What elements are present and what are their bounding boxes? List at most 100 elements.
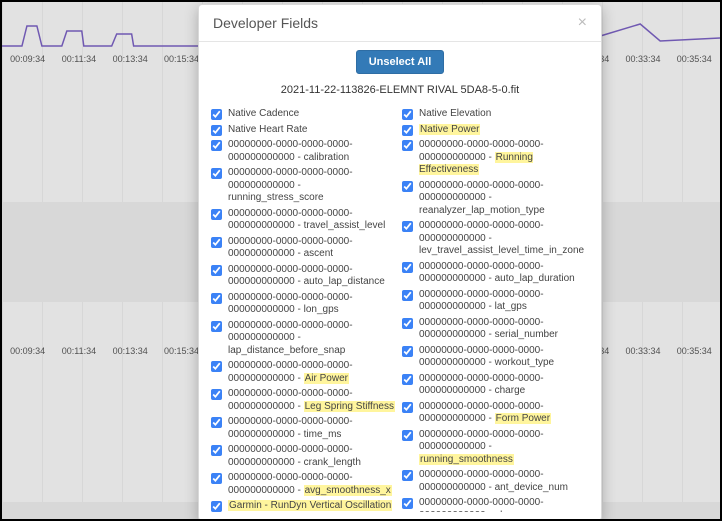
- field-label: Native Power: [419, 124, 589, 137]
- field-checkbox[interactable]: [211, 321, 222, 332]
- highlight: running_smoothness: [419, 454, 514, 465]
- field-label: 00000000-0000-0000-0000-000000000000 - r…: [419, 180, 589, 218]
- developer-field[interactable]: 00000000-0000-0000-0000-000000000000 - l…: [211, 292, 398, 317]
- developer-field[interactable]: 00000000-0000-0000-0000-000000000000 - A…: [211, 360, 398, 385]
- developer-field[interactable]: 00000000-0000-0000-0000-000000000000 - c…: [211, 139, 398, 164]
- field-checkbox[interactable]: [402, 430, 413, 441]
- close-icon[interactable]: ×: [578, 15, 587, 31]
- modal-title: Developer Fields: [213, 15, 318, 31]
- field-checkbox[interactable]: [211, 473, 222, 484]
- field-label: 00000000-0000-0000-0000-000000000000 - a…: [228, 472, 398, 497]
- field-checkbox[interactable]: [402, 109, 413, 120]
- field-label: 00000000-0000-0000-0000-000000000000 - r…: [419, 429, 589, 467]
- field-checkbox[interactable]: [211, 265, 222, 276]
- field-label: 00000000-0000-0000-0000-000000000000 - R…: [419, 139, 589, 177]
- developer-field[interactable]: 00000000-0000-0000-0000-000000000000 - r…: [402, 180, 589, 218]
- developer-field[interactable]: 00000000-0000-0000-0000-000000000000 - a…: [402, 469, 589, 494]
- field-label: 00000000-0000-0000-0000-000000000000 - l…: [228, 292, 398, 317]
- highlight: avg_smoothness_x: [304, 485, 392, 496]
- app-frame: 00:09:3400:11:3400:13:3400:15:3400:17:34…: [0, 0, 722, 521]
- field-checkbox[interactable]: [211, 125, 222, 136]
- field-checkbox[interactable]: [211, 168, 222, 179]
- developer-field[interactable]: 00000000-0000-0000-0000-000000000000 - a…: [402, 261, 589, 286]
- field-checkbox[interactable]: [402, 181, 413, 192]
- highlight: Running Effectiveness: [419, 152, 533, 176]
- field-checkbox[interactable]: [402, 262, 413, 273]
- field-label: 00000000-0000-0000-0000-000000000000 - l…: [419, 289, 589, 314]
- field-checkbox[interactable]: [211, 389, 222, 400]
- field-label: 00000000-0000-0000-0000-000000000000 - a…: [419, 261, 589, 286]
- field-label: 00000000-0000-0000-0000-000000000000 - t…: [228, 416, 398, 441]
- field-label: 00000000-0000-0000-0000-000000000000 - l…: [228, 320, 398, 358]
- developer-field[interactable]: 00000000-0000-0000-0000-000000000000 - r…: [211, 167, 398, 205]
- field-checkbox[interactable]: [402, 470, 413, 481]
- field-checkbox[interactable]: [211, 445, 222, 456]
- highlight: Form Power: [495, 413, 551, 424]
- field-label: 00000000-0000-0000-0000-000000000000 - F…: [419, 401, 589, 426]
- developer-field[interactable]: 00000000-0000-0000-0000-000000000000 - g…: [402, 497, 589, 512]
- field-column-left: Native Cadence Native Heart Rate 00000000-…: [211, 108, 398, 512]
- unselect-all-button[interactable]: Unselect All: [356, 50, 445, 74]
- field-label: 00000000-0000-0000-0000-000000000000 - a…: [419, 469, 589, 494]
- field-label: 00000000-0000-0000-0000-000000000000 - s…: [419, 317, 589, 342]
- developer-field[interactable]: Native Cadence: [211, 108, 398, 121]
- field-label: 00000000-0000-0000-0000-000000000000 - c…: [228, 139, 398, 164]
- developer-field[interactable]: 00000000-0000-0000-0000-000000000000 - l…: [402, 220, 589, 258]
- developer-field[interactable]: 00000000-0000-0000-0000-000000000000 - r…: [402, 429, 589, 467]
- field-checkbox[interactable]: [211, 293, 222, 304]
- field-checkbox[interactable]: [211, 109, 222, 120]
- field-checkbox[interactable]: [211, 237, 222, 248]
- highlight: Native Power: [419, 124, 480, 135]
- developer-field[interactable]: 00000000-0000-0000-0000-000000000000 - a…: [211, 264, 398, 289]
- developer-field[interactable]: 00000000-0000-0000-0000-000000000000 - F…: [402, 401, 589, 426]
- developer-field[interactable]: 00000000-0000-0000-0000-000000000000 - L…: [211, 388, 398, 413]
- field-label: Native Heart Rate: [228, 124, 398, 137]
- field-checkbox[interactable]: [402, 318, 413, 329]
- developer-field[interactable]: 00000000-0000-0000-0000-000000000000 - t…: [211, 416, 398, 441]
- modal-header: Developer Fields ×: [199, 5, 601, 42]
- developer-field[interactable]: Native Heart Rate: [211, 124, 398, 137]
- field-checkbox[interactable]: [402, 402, 413, 413]
- field-checkbox[interactable]: [211, 361, 222, 372]
- field-checkbox[interactable]: [402, 140, 413, 151]
- field-checkbox[interactable]: [211, 140, 222, 151]
- developer-field[interactable]: 00000000-0000-0000-0000-000000000000 - R…: [402, 139, 589, 177]
- developer-field[interactable]: 00000000-0000-0000-0000-000000000000 - l…: [402, 289, 589, 314]
- field-label: 00000000-0000-0000-0000-000000000000 - t…: [228, 208, 398, 233]
- field-label: 00000000-0000-0000-0000-000000000000 - r…: [228, 167, 398, 205]
- developer-field[interactable]: 00000000-0000-0000-0000-000000000000 - a…: [211, 236, 398, 261]
- developer-field[interactable]: Garmin - RunDyn Vertical Oscillation: [211, 500, 398, 512]
- field-label: 00000000-0000-0000-0000-000000000000 - g…: [419, 497, 589, 512]
- field-label: 00000000-0000-0000-0000-000000000000 - L…: [228, 388, 398, 413]
- highlight: Leg Spring Stiffness: [304, 401, 395, 412]
- field-checkbox[interactable]: [402, 290, 413, 301]
- field-checkbox[interactable]: [211, 501, 222, 512]
- developer-field[interactable]: 00000000-0000-0000-0000-000000000000 - c…: [211, 444, 398, 469]
- field-label: 00000000-0000-0000-0000-000000000000 - c…: [228, 444, 398, 469]
- developer-fields-modal: Developer Fields × Unselect All 2021-11-…: [198, 4, 602, 521]
- field-checkbox[interactable]: [402, 125, 413, 136]
- field-column-right: Native Elevation Native Power 00000000-000…: [402, 108, 589, 512]
- field-label: 00000000-0000-0000-0000-000000000000 - a…: [228, 264, 398, 289]
- developer-field[interactable]: 00000000-0000-0000-0000-000000000000 - a…: [211, 472, 398, 497]
- field-label: 00000000-0000-0000-0000-000000000000 - a…: [228, 236, 398, 261]
- developer-field[interactable]: 00000000-0000-0000-0000-000000000000 - l…: [211, 320, 398, 358]
- field-checkbox[interactable]: [211, 417, 222, 428]
- developer-field[interactable]: Native Power: [402, 124, 589, 137]
- developer-field[interactable]: 00000000-0000-0000-0000-000000000000 - w…: [402, 345, 589, 370]
- field-checkbox[interactable]: [402, 498, 413, 509]
- field-label: Native Cadence: [228, 108, 398, 121]
- field-checkbox[interactable]: [211, 209, 222, 220]
- developer-field[interactable]: 00000000-0000-0000-0000-000000000000 - s…: [402, 317, 589, 342]
- field-label: Garmin - RunDyn Vertical Oscillation: [228, 500, 398, 512]
- developer-field[interactable]: 00000000-0000-0000-0000-000000000000 - c…: [402, 373, 589, 398]
- field-label: 00000000-0000-0000-0000-000000000000 - w…: [419, 345, 589, 370]
- field-checkbox[interactable]: [402, 221, 413, 232]
- developer-field[interactable]: Native Elevation: [402, 108, 589, 121]
- developer-field[interactable]: 00000000-0000-0000-0000-000000000000 - t…: [211, 208, 398, 233]
- field-label: 00000000-0000-0000-0000-000000000000 - l…: [419, 220, 589, 258]
- field-checkbox[interactable]: [402, 346, 413, 357]
- field-columns: Native Cadence Native Heart Rate 00000000-…: [211, 108, 589, 512]
- field-checkbox[interactable]: [402, 374, 413, 385]
- field-label: Native Elevation: [419, 108, 589, 121]
